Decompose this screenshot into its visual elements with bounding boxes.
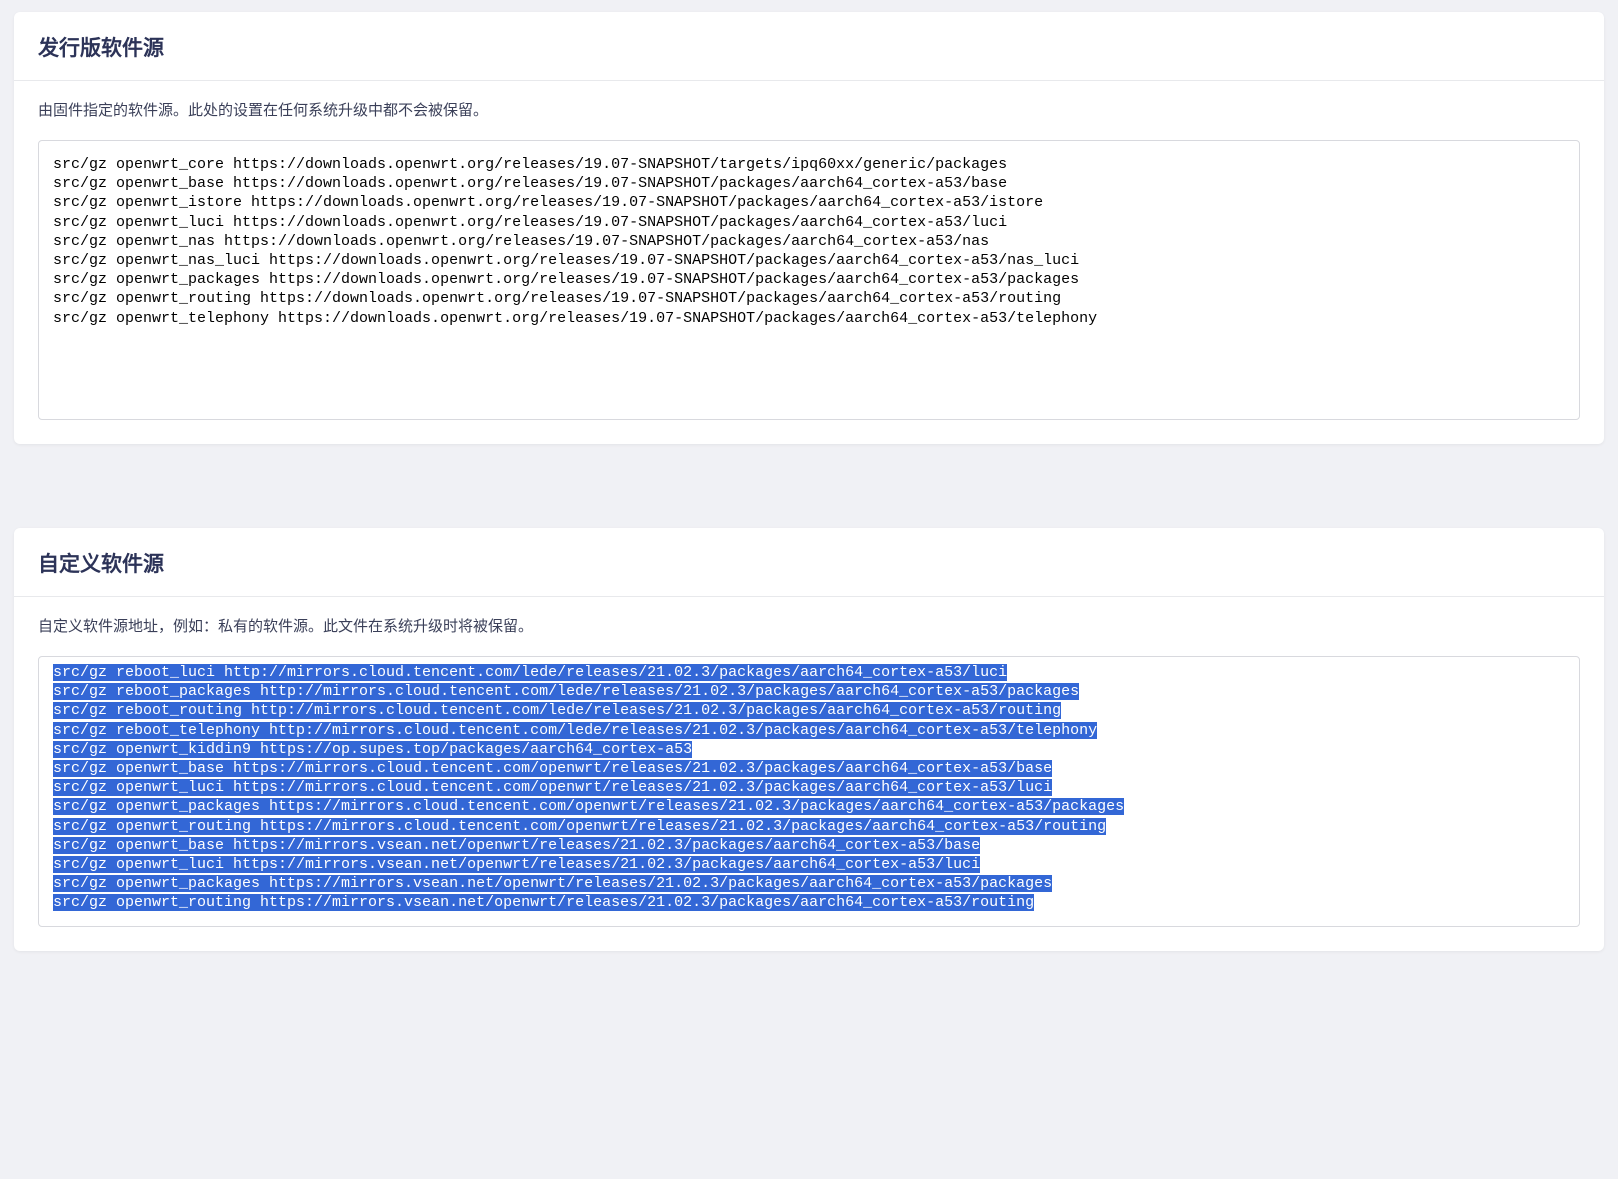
custom-feed-line: src/gz openwrt_packages https://mirrors.… [53,798,1124,815]
custom-feeds-description: 自定义软件源地址，例如：私有的软件源。此文件在系统升级时将被保留。 [14,597,1604,656]
custom-feed-line: src/gz openwrt_luci https://mirrors.clou… [53,779,1052,796]
custom-feed-line: src/gz openwrt_base https://mirrors.clou… [53,760,1052,777]
custom-feeds-textarea[interactable]: src/gz reboot_luci http://mirrors.cloud.… [53,663,1565,912]
custom-feed-line: src/gz openwrt_luci https://mirrors.vsea… [53,856,980,873]
custom-feed-line: src/gz reboot_telephony http://mirrors.c… [53,722,1097,739]
custom-feed-line: src/gz openwrt_base https://mirrors.vsea… [53,837,980,854]
custom-feed-line: src/gz reboot_luci http://mirrors.cloud.… [53,664,1007,681]
distro-feeds-card: 发行版软件源 由固件指定的软件源。此处的设置在任何系统升级中都不会被保留。 sr… [14,12,1604,444]
custom-feed-line: src/gz openwrt_routing https://mirrors.v… [53,894,1034,911]
distro-feeds-textarea[interactable]: src/gz openwrt_core https://downloads.op… [53,155,1565,328]
custom-feed-line: src/gz reboot_routing http://mirrors.clo… [53,702,1061,719]
custom-feed-line: src/gz reboot_packages http://mirrors.cl… [53,683,1079,700]
custom-feeds-header: 自定义软件源 [14,528,1604,597]
distro-feeds-textarea-wrapper: src/gz openwrt_core https://downloads.op… [38,140,1580,420]
distro-feeds-title: 发行版软件源 [38,32,1580,62]
custom-feeds-card: 自定义软件源 自定义软件源地址，例如：私有的软件源。此文件在系统升级时将被保留。… [14,528,1604,951]
custom-feed-line: src/gz openwrt_packages https://mirrors.… [53,875,1052,892]
custom-feed-line: src/gz openwrt_routing https://mirrors.c… [53,818,1106,835]
custom-feed-line: src/gz openwrt_kiddin9 https://op.supes.… [53,741,692,758]
custom-feeds-body: src/gz reboot_luci http://mirrors.cloud.… [14,656,1604,951]
distro-feeds-body: src/gz openwrt_core https://downloads.op… [14,140,1604,444]
custom-feeds-title: 自定义软件源 [38,548,1580,578]
distro-feeds-header: 发行版软件源 [14,12,1604,81]
distro-feeds-description: 由固件指定的软件源。此处的设置在任何系统升级中都不会被保留。 [14,81,1604,140]
custom-feeds-textarea-wrapper: src/gz reboot_luci http://mirrors.cloud.… [38,656,1580,927]
